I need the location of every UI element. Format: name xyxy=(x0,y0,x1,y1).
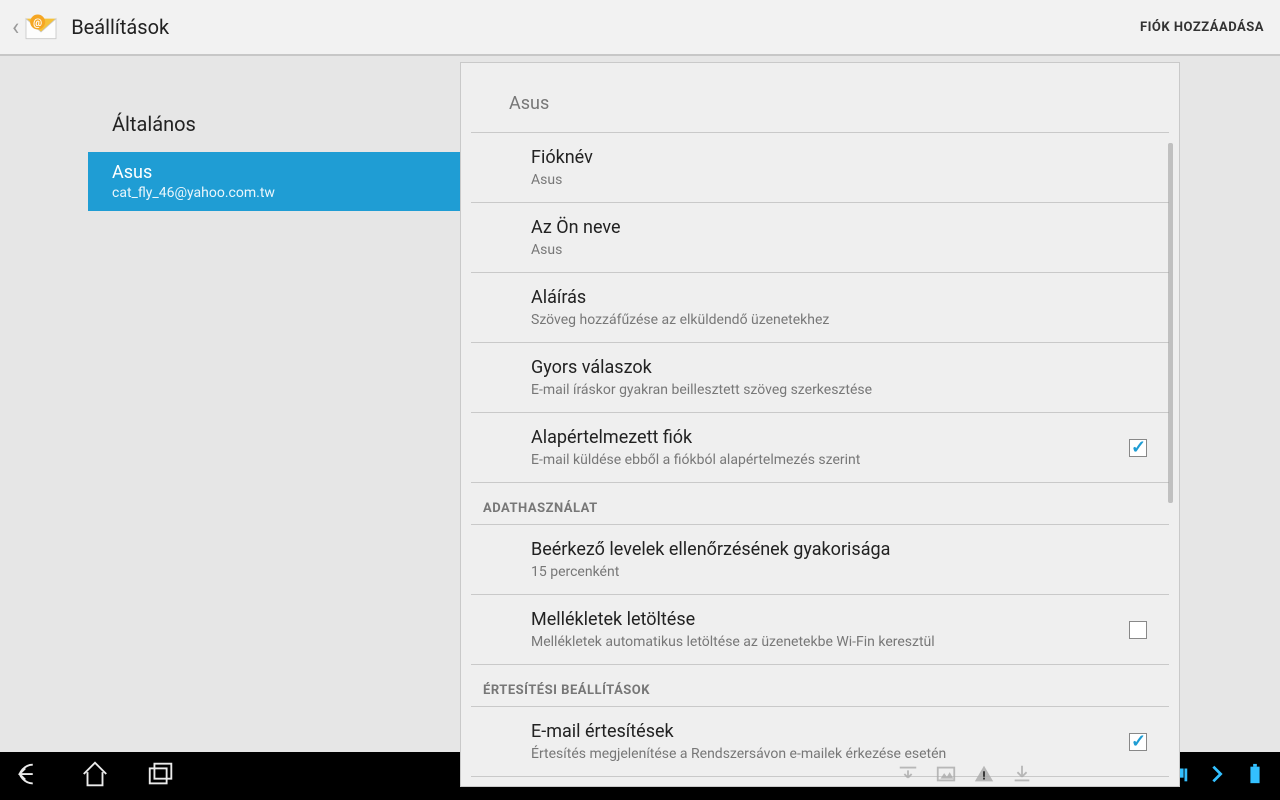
sidebar-account-email: cat_fly_46@yahoo.com.tw xyxy=(112,185,436,201)
row-sub: E-mail íráskor gyakran beillesztett szöv… xyxy=(531,382,1115,398)
nav-home-icon[interactable] xyxy=(80,759,110,793)
battery-icon[interactable] xyxy=(1244,763,1266,789)
sidebar-account-name: Asus xyxy=(112,162,436,183)
row-inbox-frequency[interactable]: Beérkező levelek ellenőrzésének gyakoris… xyxy=(471,525,1169,594)
panel-title: Asus xyxy=(461,63,1179,132)
scrollbar[interactable] xyxy=(1168,143,1173,503)
row-sub: Szöveg hozzáfűzése az elküldendő üzenete… xyxy=(531,312,1115,328)
section-data-usage: ADATHASZNÁLAT xyxy=(471,482,1169,525)
svg-text:@: @ xyxy=(33,18,42,29)
row-signature[interactable]: Aláírás Szöveg hozzáfűzése az elküldendő… xyxy=(471,272,1169,342)
row-email-notifications[interactable]: E-mail értesítések Értesítés megjeleníté… xyxy=(471,707,1169,776)
body: Általános Asus cat_fly_46@yahoo.com.tw A… xyxy=(0,56,1280,752)
settings-panel-container: Asus Fióknév Asus Az Ön neve Asus Aláírá… xyxy=(460,56,1280,752)
section-notifications: ÉRTESÍTÉSI BEÁLLÍTÁSOK xyxy=(471,664,1169,707)
row-sub: Értesítés megjelenítése a Rendszersávon … xyxy=(531,746,1115,762)
row-sub: Asus xyxy=(531,172,1115,188)
email-notifications-checkbox[interactable] xyxy=(1129,733,1147,751)
email-app-icon[interactable]: @ xyxy=(21,7,61,47)
sidebar: Általános Asus cat_fly_46@yahoo.com.tw xyxy=(0,56,460,752)
add-account-button[interactable]: FIÓK HOZZÁADÁSA xyxy=(1136,12,1268,43)
row-sub: E-mail küldése ebből a fiókból alapértel… xyxy=(531,452,1115,468)
row-sub: Asus xyxy=(531,242,1115,258)
nav-back-icon[interactable] xyxy=(14,759,44,793)
row-default-account[interactable]: Alapértelmezett fiók E-mail küldése ebbő… xyxy=(471,412,1169,482)
download-attachments-checkbox[interactable] xyxy=(1129,621,1147,639)
row-title: E-mail értesítések xyxy=(531,721,1115,742)
row-title: Fióknév xyxy=(531,147,1115,168)
sidebar-item-general[interactable]: Általános xyxy=(88,96,460,152)
row-title: Gyors válaszok xyxy=(531,357,1115,378)
sidebar-general-label: Általános xyxy=(112,112,196,136)
settings-panel: Asus Fióknév Asus Az Ön neve Asus Aláírá… xyxy=(460,62,1180,787)
row-download-attachments[interactable]: Mellékletek letöltése Mellékletek automa… xyxy=(471,594,1169,664)
row-title: Alapértelmezett fiók xyxy=(531,427,1115,448)
sidebar-item-account[interactable]: Asus cat_fly_46@yahoo.com.tw xyxy=(88,152,460,211)
row-title: Az Ön neve xyxy=(531,217,1115,238)
row-sub: Mellékletek automatikus letöltése az üze… xyxy=(531,634,1115,650)
row-quick-responses[interactable]: Gyors válaszok E-mail íráskor gyakran be… xyxy=(471,342,1169,412)
row-account-name[interactable]: Fióknév Asus xyxy=(471,132,1169,202)
app-bar: ‹ @ Beállítások FIÓK HOZZÁADÁSA xyxy=(0,0,1280,56)
page-title: Beállítások xyxy=(71,15,169,39)
row-title: Mellékletek letöltése xyxy=(531,609,1115,630)
row-your-name[interactable]: Az Ön neve Asus xyxy=(471,202,1169,272)
row-title: Beérkező levelek ellenőrzésének gyakoris… xyxy=(531,539,1115,560)
back-icon[interactable]: ‹ xyxy=(12,13,19,41)
row-title: Aláírás xyxy=(531,287,1115,308)
row-next-hidden[interactable] xyxy=(471,776,1169,786)
default-account-checkbox[interactable] xyxy=(1129,439,1147,457)
chevron-right-icon[interactable] xyxy=(1206,763,1228,789)
row-sub: 15 percenként xyxy=(531,564,1115,580)
nav-recent-icon[interactable] xyxy=(146,759,176,793)
